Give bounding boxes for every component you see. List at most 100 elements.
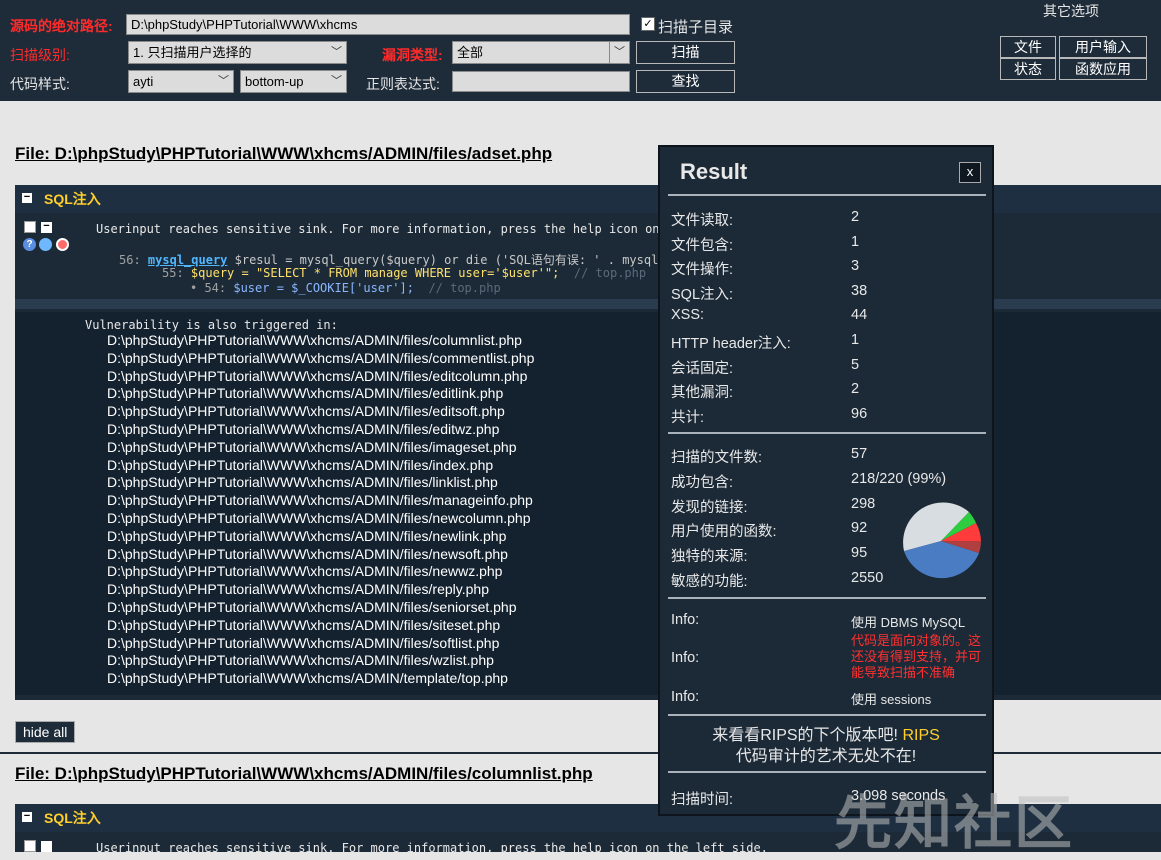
triggered-file-link[interactable]: D:\phpStudy\PHPTutorial\WWW\xhcms/ADMIN/… bbox=[107, 403, 534, 421]
options-bar: 源码的绝对路径: D:\phpStudy\PHPTutorial\WWW\xhc… bbox=[0, 0, 1161, 101]
triggered-file-link[interactable]: D:\phpStudy\PHPTutorial\WWW\xhcms/ADMIN/… bbox=[107, 528, 534, 546]
level-select[interactable]: 1. 只扫描用户选择的 ﹀ bbox=[128, 41, 347, 64]
file-icon[interactable] bbox=[24, 221, 36, 233]
code-style-select[interactable]: ayti ﹀ bbox=[128, 70, 234, 93]
pie-chart bbox=[903, 502, 981, 579]
file-header[interactable]: File: D:\phpStudy\PHPTutorial\WWW\xhcms/… bbox=[15, 144, 552, 164]
chevron-down-icon: ﹀ bbox=[331, 46, 342, 58]
vuln-type-value: 全部 bbox=[457, 45, 484, 60]
triggered-file-link[interactable]: D:\phpStudy\PHPTutorial\WWW\xhcms/ADMIN/… bbox=[107, 670, 534, 688]
subdir-label: 扫描子目录 bbox=[658, 19, 734, 36]
vuln-type-label: 漏洞类型: bbox=[382, 47, 443, 63]
separator bbox=[668, 432, 986, 434]
stat-value: 57 bbox=[851, 446, 868, 462]
code-line-55: 55: $query = "SELECT * FROM manage WHERE… bbox=[162, 266, 647, 280]
hide-all-button[interactable]: hide all bbox=[15, 721, 76, 743]
count-label: HTTP header注入: bbox=[671, 336, 791, 352]
rips-link[interactable]: RIPS bbox=[902, 727, 939, 744]
scan-button[interactable]: 扫描 bbox=[636, 41, 735, 64]
count-value: 96 bbox=[851, 405, 868, 422]
count-value: 5 bbox=[851, 356, 860, 373]
count-value: 1 bbox=[851, 332, 860, 348]
check-icon: ✓ bbox=[643, 18, 653, 30]
count-label: XSS: bbox=[671, 307, 705, 324]
regex-label: 正则表达式: bbox=[366, 76, 440, 92]
triggered-file-link[interactable]: D:\phpStudy\PHPTutorial\WWW\xhcms/ADMIN/… bbox=[107, 617, 534, 635]
chevron-down-icon: ﹀ bbox=[218, 75, 229, 87]
count-label: 会话固定: bbox=[671, 360, 734, 377]
stat-value: 2550 bbox=[851, 570, 884, 586]
collapse-icon[interactable]: − bbox=[22, 192, 32, 203]
count-value: 3 bbox=[851, 258, 860, 275]
file-header[interactable]: File: D:\phpStudy\PHPTutorial\WWW\xhcms/… bbox=[15, 764, 593, 784]
triggered-file-link[interactable]: D:\phpStudy\PHPTutorial\WWW\xhcms/ADMIN/… bbox=[107, 474, 534, 492]
regex-input[interactable] bbox=[452, 71, 630, 92]
triggered-file-link[interactable]: D:\phpStudy\PHPTutorial\WWW\xhcms/ADMIN/… bbox=[107, 492, 534, 510]
other-options-label: 其它选项 bbox=[1043, 3, 1099, 19]
target-icon[interactable] bbox=[56, 238, 69, 251]
stat-label: 扫描的文件数: bbox=[671, 450, 763, 466]
minus-icon[interactable]: − bbox=[41, 221, 52, 233]
triggered-file-link[interactable]: D:\phpStudy\PHPTutorial\WWW\xhcms/ADMIN/… bbox=[107, 350, 534, 368]
chevron-down-icon: ﹀ bbox=[331, 75, 342, 87]
result-title: Result bbox=[680, 159, 748, 184]
triggered-file-link[interactable]: D:\phpStudy\PHPTutorial\WWW\xhcms/ADMIN/… bbox=[107, 368, 534, 386]
promo-line: 代码审计的艺术无处不在! bbox=[735, 748, 917, 765]
stat-value: 92 bbox=[851, 520, 868, 537]
triggered-file-link[interactable]: D:\phpStudy\PHPTutorial\WWW\xhcms/ADMIN/… bbox=[107, 385, 534, 403]
functions-button[interactable]: 函数应用 bbox=[1059, 58, 1147, 80]
collapse-icon[interactable]: − bbox=[22, 811, 32, 822]
order-value: bottom-up bbox=[245, 74, 304, 89]
count-label: 文件操作: bbox=[671, 262, 734, 279]
subdir-checkbox[interactable]: ✓ bbox=[641, 17, 655, 31]
result-panel: Result x 文件读取: 2 文件包含: 1 文件操作: 3 SQL注入: 38 XSS: 4… bbox=[658, 145, 994, 816]
path-input[interactable]: D:\phpStudy\PHPTutorial\WWW\xhcms bbox=[126, 14, 630, 35]
separator bbox=[668, 597, 986, 599]
triggered-file-link[interactable]: D:\phpStudy\PHPTutorial\WWW\xhcms/ADMIN/… bbox=[107, 421, 534, 439]
code-style-label: 代码样式: bbox=[10, 76, 70, 92]
close-button[interactable]: x bbox=[959, 162, 981, 183]
triggered-file-link[interactable]: D:\phpStudy\PHPTutorial\WWW\xhcms/ADMIN/… bbox=[107, 652, 534, 670]
stat-label: 发现的链接: bbox=[671, 499, 748, 516]
stat-value: 95 bbox=[851, 545, 868, 562]
separator bbox=[668, 771, 986, 773]
triggered-file-link[interactable]: D:\phpStudy\PHPTutorial\WWW\xhcms/ADMIN/… bbox=[107, 563, 534, 581]
oop-warning: 代码是面向对象的。这还没有得到支持，并可能导致扫描不准确 bbox=[851, 633, 982, 680]
triggered-file-link[interactable]: D:\phpStudy\PHPTutorial\WWW\xhcms/ADMIN/… bbox=[107, 635, 534, 653]
stat-value: 298 bbox=[851, 495, 876, 512]
code-line-54: • 54: $user = $_COOKIE['user']; // top.p… bbox=[190, 281, 501, 295]
watermark: 先知社区 bbox=[834, 791, 1075, 856]
triggered-file-link[interactable]: D:\phpStudy\PHPTutorial\WWW\xhcms/ADMIN/… bbox=[107, 581, 534, 599]
count-value: 2 bbox=[851, 381, 860, 398]
stat-label: 成功包含: bbox=[671, 474, 734, 491]
sink-function-link[interactable]: mysql_query bbox=[148, 253, 227, 267]
triggered-file-link[interactable]: D:\phpStudy\PHPTutorial\WWW\xhcms/ADMIN/… bbox=[107, 546, 534, 564]
count-label: 文件读取: bbox=[671, 213, 734, 229]
triggered-file-link[interactable]: D:\phpStudy\PHPTutorial\WWW\xhcms/ADMIN/… bbox=[107, 332, 534, 350]
bug-icon[interactable] bbox=[39, 238, 52, 251]
path-label: 源码的绝对路径: bbox=[10, 18, 113, 34]
order-select[interactable]: bottom-up ﹀ bbox=[240, 70, 347, 93]
triggered-file-link[interactable]: D:\phpStudy\PHPTutorial\WWW\xhcms/ADMIN/… bbox=[107, 510, 534, 528]
userinput-button[interactable]: 用户输入 bbox=[1059, 36, 1147, 58]
count-label: 共计: bbox=[671, 409, 705, 426]
help-icon[interactable]: ? bbox=[23, 238, 36, 251]
count-value: 44 bbox=[851, 307, 868, 324]
status-button[interactable]: 状态 bbox=[1000, 58, 1056, 80]
level-label: 扫描级别: bbox=[10, 47, 70, 63]
triggered-file-link[interactable]: D:\phpStudy\PHPTutorial\WWW\xhcms/ADMIN/… bbox=[107, 457, 534, 475]
count-label: 文件包含: bbox=[671, 237, 734, 254]
file-icon[interactable] bbox=[24, 840, 36, 852]
triggered-file-link[interactable]: D:\phpStudy\PHPTutorial\WWW\xhcms/ADMIN/… bbox=[107, 439, 534, 457]
stat-label: 敏感的功能: bbox=[671, 574, 748, 590]
minus-icon[interactable] bbox=[41, 841, 52, 852]
count-value: 1 bbox=[851, 233, 860, 250]
vuln-type-select[interactable]: 全部 ﹀ bbox=[452, 41, 630, 64]
triggered-file-link[interactable]: D:\phpStudy\PHPTutorial\WWW\xhcms/ADMIN/… bbox=[107, 599, 534, 617]
vuln-message: Userinput reaches sensitive sink. For mo… bbox=[96, 841, 768, 855]
also-triggered-title: Vulnerability is also triggered in: bbox=[85, 318, 338, 332]
find-button[interactable]: 查找 bbox=[636, 70, 735, 93]
count-value: 2 bbox=[851, 209, 860, 225]
chevron-down-icon: ﹀ bbox=[609, 42, 625, 63]
file-button[interactable]: 文件 bbox=[1000, 36, 1056, 58]
